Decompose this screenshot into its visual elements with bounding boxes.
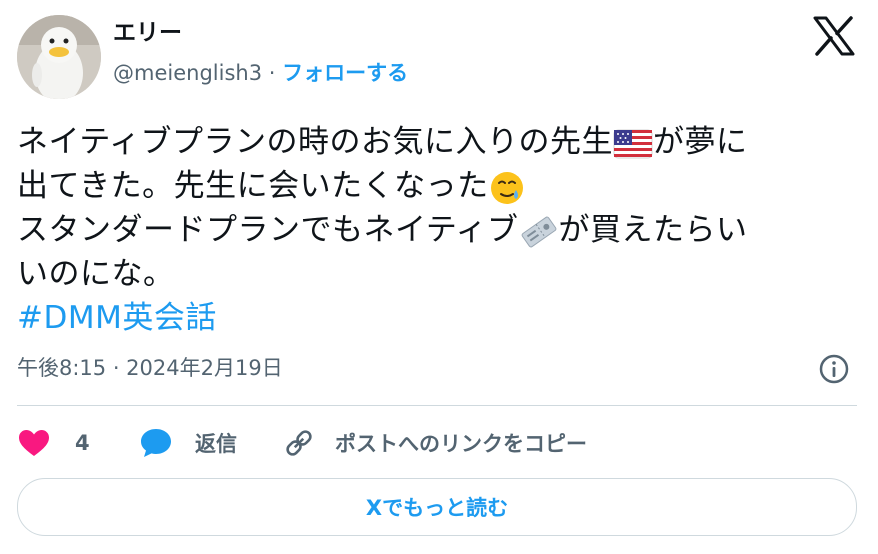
tweet-text-segment: 出てきた。先生に会いたくなった — [17, 168, 489, 204]
like-button[interactable]: 4 — [17, 423, 90, 463]
us-flag-emoji — [613, 129, 653, 158]
info-icon[interactable] — [818, 353, 850, 385]
tweet-text: ネイティブプランの時のお気に入りの先生 が夢に 出てきた。先生に会いたくなった … — [17, 120, 862, 340]
ticket-emoji — [521, 216, 556, 247]
copy-link-button[interactable]: ポストへのリンクをコピー — [283, 423, 587, 463]
link-icon — [286, 430, 312, 456]
tweet-line-1: ネイティブプランの時のお気に入りの先生 が夢に — [17, 120, 862, 164]
divider — [17, 405, 857, 406]
user-handle[interactable]: @meienglish3 — [113, 61, 262, 85]
timestamp[interactable]: 午後8:15 · 2024年2月19日 — [17, 351, 283, 385]
reply-button[interactable]: 返信 — [139, 423, 237, 463]
copy-link-label: ポストへのリンクをコピー — [335, 432, 587, 456]
heart-icon — [19, 430, 49, 456]
handle-row: @meienglish3 · フォローする — [113, 58, 408, 88]
tweet-line-2: 出てきた。先生に会いたくなった — [17, 164, 862, 208]
display-name[interactable]: エリー — [113, 18, 182, 48]
avatar[interactable] — [17, 15, 101, 99]
face-holding-back-tears-emoji — [490, 171, 523, 204]
reply-label: 返信 — [195, 432, 237, 456]
like-count: 4 — [75, 431, 90, 455]
tweet-text-segment: ネイティブプランの時のお気に入りの先生 — [17, 124, 614, 160]
x-logo-icon[interactable] — [812, 16, 856, 56]
tweet-text-segment: が夢に — [653, 124, 748, 160]
tweet-line-3: スタンダードプランでもネイティブ が買えたらい — [17, 208, 862, 252]
tweet-line-4: いのにな。 — [17, 256, 175, 292]
handle-separator: · — [262, 61, 283, 85]
read-more-button[interactable]: Xでもっと読む — [17, 478, 857, 536]
action-bar: 4 返信 ポストへのリンクをコピー — [17, 423, 857, 463]
hashtag-link[interactable]: #DMM英会話 — [17, 296, 862, 340]
tweet-text-segment: スタンダードプランでもネイティブ — [17, 212, 519, 248]
tweet-text-segment: が買えたらい — [558, 212, 748, 248]
speech-bubble-icon — [141, 429, 171, 457]
read-more-label: Xでもっと読む — [365, 496, 509, 520]
follow-button[interactable]: フォローする — [282, 61, 408, 85]
